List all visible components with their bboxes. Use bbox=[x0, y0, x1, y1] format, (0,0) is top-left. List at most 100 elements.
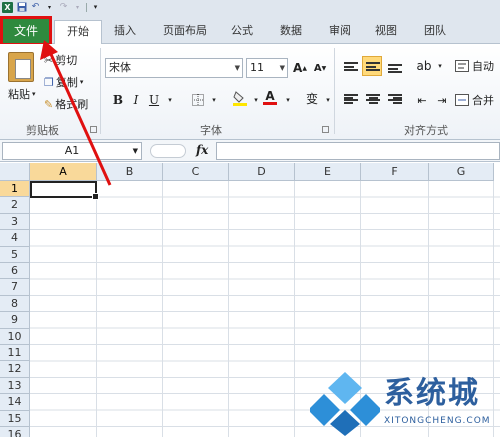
column-header-b[interactable]: B bbox=[97, 163, 163, 181]
chevron-down-icon: ▾ bbox=[32, 90, 36, 98]
paste-button[interactable]: 粘贴 ▾ bbox=[8, 86, 36, 102]
cut-button[interactable]: ✂ 剪切 bbox=[44, 52, 77, 68]
decrease-indent-icon[interactable]: ⇤ bbox=[414, 92, 430, 108]
copy-button[interactable]: ❐ 复制 ▾ bbox=[44, 74, 83, 90]
name-box-value: A1 bbox=[64, 144, 80, 157]
column-header-f[interactable]: F bbox=[361, 163, 429, 181]
row-header-7[interactable]: 7 bbox=[0, 279, 30, 296]
formula-bar-resize-handle[interactable] bbox=[150, 144, 186, 158]
font-group-label: 字体 bbox=[200, 124, 222, 137]
select-all-corner[interactable] bbox=[0, 163, 30, 181]
underline-button[interactable]: U bbox=[146, 92, 162, 108]
column-header-c[interactable]: C bbox=[163, 163, 229, 181]
row-header-5[interactable]: 5 bbox=[0, 246, 30, 263]
chevron-down-icon[interactable]: ▾ bbox=[432, 58, 448, 74]
watermark: 系统城 XITONGCHENG.COM bbox=[306, 364, 500, 437]
column-header-g[interactable]: G bbox=[429, 163, 494, 181]
increase-indent-icon[interactable]: ⇥ bbox=[434, 92, 450, 108]
group-separator bbox=[334, 48, 335, 134]
chevron-down-icon: ▼ bbox=[279, 64, 285, 72]
tab-team[interactable]: 团队 bbox=[416, 20, 454, 44]
clipboard-group-label: 剪贴板 bbox=[26, 124, 59, 137]
orientation-icon[interactable]: ab bbox=[416, 58, 432, 74]
align-right-icon[interactable] bbox=[388, 94, 402, 104]
chevron-down-icon[interactable]: ▾ bbox=[280, 92, 296, 108]
formula-bar: A1 ▼ fx bbox=[0, 140, 500, 162]
row-header-14[interactable]: 14 bbox=[0, 394, 30, 411]
column-header-a[interactable]: A bbox=[30, 163, 97, 181]
row-header-13[interactable]: 13 bbox=[0, 377, 30, 395]
shrink-font-button[interactable]: A ▼ bbox=[312, 60, 328, 76]
italic-button[interactable]: I bbox=[128, 92, 144, 108]
customize-qat-icon[interactable]: ▾ bbox=[90, 2, 101, 13]
tab-review[interactable]: 审阅 bbox=[322, 20, 358, 44]
column-header-e[interactable]: E bbox=[295, 163, 361, 181]
watermark-subtitle: XITONGCHENG.COM bbox=[384, 416, 491, 426]
chevron-down-icon[interactable]: ▾ bbox=[206, 92, 222, 108]
watermark-logo-icon bbox=[310, 372, 380, 436]
font-name-combo[interactable]: 宋体 ▼ bbox=[105, 58, 243, 78]
active-cell-a1[interactable] bbox=[30, 181, 99, 200]
grow-font-button[interactable]: A ▲ bbox=[292, 60, 308, 76]
save-icon[interactable] bbox=[16, 2, 27, 13]
row-header-10[interactable]: 10 bbox=[0, 328, 30, 345]
align-top-icon[interactable] bbox=[344, 62, 358, 71]
tab-view[interactable]: 视图 bbox=[368, 20, 404, 44]
tab-home[interactable]: 开始 bbox=[54, 20, 102, 45]
row-header-6[interactable]: 6 bbox=[0, 263, 30, 280]
tab-insert[interactable]: 插入 bbox=[106, 20, 144, 44]
column-header-d[interactable]: D bbox=[229, 163, 295, 181]
align-left-icon[interactable] bbox=[344, 94, 358, 104]
tab-formulas[interactable]: 公式 bbox=[224, 20, 260, 44]
row-header-11[interactable]: 11 bbox=[0, 345, 30, 362]
excel-app-icon[interactable]: X bbox=[2, 1, 13, 13]
row-header-8[interactable]: 8 bbox=[0, 295, 30, 313]
chevron-down-icon[interactable]: ▾ bbox=[162, 92, 178, 108]
row-header-1[interactable]: 1 bbox=[0, 181, 30, 198]
borders-icon[interactable] bbox=[190, 92, 206, 108]
font-size-value: 11 bbox=[250, 61, 264, 74]
tab-file[interactable]: 文件 bbox=[0, 16, 52, 46]
format-painter-label: 格式刷 bbox=[55, 98, 89, 111]
paste-label: 粘贴 bbox=[8, 88, 30, 101]
tab-data[interactable]: 数据 bbox=[272, 20, 310, 44]
font-color-button[interactable]: A bbox=[262, 90, 278, 106]
name-box[interactable]: A1 ▼ bbox=[2, 142, 142, 160]
row-header-16[interactable]: 16 bbox=[0, 427, 30, 437]
insert-function-icon[interactable]: fx bbox=[196, 143, 208, 157]
wrap-text-button[interactable]: 自动 bbox=[472, 58, 494, 74]
paste-icon[interactable] bbox=[8, 52, 34, 82]
redo-icon[interactable]: ↷ bbox=[58, 2, 69, 13]
watermark-title: 系统城 bbox=[384, 376, 480, 411]
font-launcher-icon[interactable] bbox=[322, 126, 329, 133]
tab-page-layout[interactable]: 页面布局 bbox=[154, 20, 216, 44]
undo-icon[interactable]: ↶ bbox=[30, 2, 41, 13]
row-header-15[interactable]: 15 bbox=[0, 410, 30, 427]
align-center-icon[interactable] bbox=[366, 94, 380, 104]
align-middle-button[interactable] bbox=[362, 56, 382, 76]
wrap-text-icon[interactable] bbox=[454, 58, 470, 74]
undo-dropdown-icon[interactable]: ▾ bbox=[44, 2, 55, 13]
format-painter-button[interactable]: ✎ 格式刷 bbox=[44, 96, 88, 112]
copy-label: 复制 bbox=[55, 76, 78, 89]
align-middle-icon bbox=[366, 62, 380, 71]
bold-button[interactable]: B bbox=[110, 92, 126, 108]
align-bottom-icon[interactable] bbox=[388, 64, 402, 73]
row-header-2[interactable]: 2 bbox=[0, 197, 30, 214]
row-header-12[interactable]: 12 bbox=[0, 361, 30, 378]
chevron-down-icon: ▼ bbox=[132, 147, 138, 155]
phonetic-guide-button[interactable]: 变 bbox=[304, 90, 320, 106]
redo-dropdown-icon[interactable]: ▾ bbox=[72, 2, 83, 13]
row-header-3[interactable]: 3 bbox=[0, 213, 30, 231]
merge-center-button[interactable]: 合并 bbox=[472, 92, 494, 108]
clipboard-launcher-icon[interactable] bbox=[90, 126, 97, 133]
chevron-down-icon: ▼ bbox=[234, 64, 240, 72]
grow-font-label: A bbox=[293, 61, 303, 75]
fill-color-icon[interactable] bbox=[232, 90, 248, 106]
formula-input[interactable] bbox=[216, 142, 500, 160]
row-header-9[interactable]: 9 bbox=[0, 312, 30, 329]
shrink-font-label: A bbox=[313, 62, 322, 74]
font-size-combo[interactable]: 11 ▼ bbox=[246, 58, 288, 78]
merge-center-icon[interactable] bbox=[454, 92, 470, 108]
row-header-4[interactable]: 4 bbox=[0, 230, 30, 247]
